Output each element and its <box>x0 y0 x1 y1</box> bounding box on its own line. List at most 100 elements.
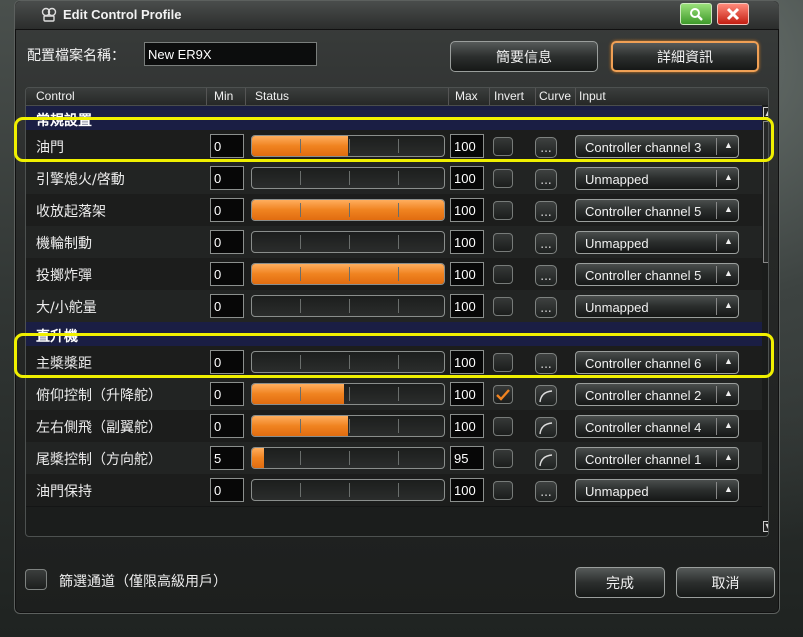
dropdown-arrow-icon: ▲ <box>724 172 733 182</box>
control-name: 油門 <box>36 140 64 156</box>
input-select[interactable]: Controller channel 1 ▲ <box>575 447 739 470</box>
table-row[interactable]: 引擎熄火/啓動 0 100... Unmapped ▲ <box>26 162 762 195</box>
filter-channels-label: 篩選通道（僅限高級用戶） <box>59 574 227 590</box>
max-input[interactable]: 100 <box>450 134 484 158</box>
status-fill <box>252 264 444 284</box>
profile-name-input[interactable] <box>144 42 317 66</box>
curve-button[interactable]: ... <box>535 297 557 318</box>
input-select[interactable]: Controller channel 5 ▲ <box>575 199 739 222</box>
table-row[interactable]: 油門 0 100... Controller channel 3 ▲ <box>26 130 762 163</box>
max-input[interactable]: 100 <box>450 230 484 254</box>
min-input[interactable]: 0 <box>210 294 244 318</box>
input-select-value: Controller channel 6 <box>585 356 702 371</box>
input-select[interactable]: Unmapped ▲ <box>575 231 739 254</box>
table-row[interactable]: 大/小舵量 0 100... Unmapped ▲ <box>26 290 762 323</box>
close-icon <box>726 7 740 21</box>
input-select-value: Unmapped <box>585 484 649 499</box>
min-input[interactable]: 0 <box>210 382 244 406</box>
max-input[interactable]: 95 <box>450 446 484 470</box>
curve-button[interactable] <box>535 417 557 438</box>
max-input[interactable]: 100 <box>450 198 484 222</box>
min-input[interactable]: 0 <box>210 478 244 502</box>
input-select[interactable]: Unmapped ▲ <box>575 167 739 190</box>
status-bar <box>251 167 445 189</box>
col-curve: Curve <box>539 89 572 103</box>
max-input[interactable]: 100 <box>450 382 484 406</box>
col-input: Input <box>579 89 606 103</box>
invert-checkbox[interactable] <box>493 385 513 404</box>
curve-button[interactable]: ... <box>535 265 557 286</box>
max-input[interactable]: 100 <box>450 478 484 502</box>
invert-checkbox[interactable] <box>493 137 513 156</box>
invert-checkbox[interactable] <box>493 417 513 436</box>
min-input[interactable]: 0 <box>210 350 244 374</box>
curve-button[interactable] <box>535 449 557 470</box>
input-select[interactable]: Controller channel 4 ▲ <box>575 415 739 438</box>
min-input[interactable]: 0 <box>210 262 244 286</box>
invert-checkbox[interactable] <box>493 481 513 500</box>
scrollbar[interactable]: ▲ ▼ <box>762 105 768 535</box>
curve-button[interactable]: ... <box>535 481 557 502</box>
input-select[interactable]: Controller channel 3 ▲ <box>575 135 739 158</box>
max-input[interactable]: 100 <box>450 350 484 374</box>
close-button[interactable] <box>717 3 749 25</box>
input-select[interactable]: Unmapped ▲ <box>575 295 739 318</box>
invert-checkbox[interactable] <box>493 233 513 252</box>
status-fill <box>252 384 345 404</box>
scroll-down-arrow-icon[interactable]: ▼ <box>763 521 768 532</box>
curve-button[interactable]: ... <box>535 169 557 190</box>
curve-ellipsis: ... <box>540 236 552 251</box>
input-select[interactable]: Controller channel 2 ▲ <box>575 383 739 406</box>
table-row[interactable]: 尾槳控制（方向舵） 5 95 Controller channel 1 ▲ <box>26 442 762 475</box>
edit-control-profile-dialog: Edit Control Profile 配置檔案名稱： 簡要信息 詳細資訊 C… <box>14 0 780 614</box>
curve-ellipsis: ... <box>540 172 552 187</box>
curve-button[interactable] <box>535 385 557 406</box>
max-input[interactable]: 100 <box>450 166 484 190</box>
input-select[interactable]: Controller channel 5 ▲ <box>575 263 739 286</box>
max-input[interactable]: 100 <box>450 262 484 286</box>
invert-checkbox[interactable] <box>493 353 513 372</box>
table-row[interactable]: 機輪制動 0 100... Unmapped ▲ <box>26 226 762 259</box>
title-bar[interactable]: Edit Control Profile <box>15 1 779 30</box>
min-input[interactable]: 0 <box>210 198 244 222</box>
min-input[interactable]: 0 <box>210 134 244 158</box>
scroll-up-arrow-icon[interactable]: ▲ <box>763 107 768 118</box>
input-select[interactable]: Controller channel 6 ▲ <box>575 351 739 374</box>
curve-icon <box>539 421 553 434</box>
ok-button[interactable]: 完成 <box>575 567 665 598</box>
min-input[interactable]: 0 <box>210 230 244 254</box>
col-min: Min <box>214 89 234 103</box>
scroll-thumb[interactable] <box>763 121 768 263</box>
min-input[interactable]: 0 <box>210 414 244 438</box>
table-row[interactable]: 收放起落架 0 100... Controller channel 5 ▲ <box>26 194 762 227</box>
invert-checkbox[interactable] <box>493 297 513 316</box>
table-row[interactable]: 主槳槳距 0 100... Controller channel 6 ▲ <box>26 346 762 379</box>
curve-button[interactable]: ... <box>535 137 557 158</box>
dropdown-arrow-icon: ▲ <box>724 204 733 214</box>
curve-button[interactable]: ... <box>535 353 557 374</box>
curve-button[interactable]: ... <box>535 233 557 254</box>
invert-checkbox[interactable] <box>493 201 513 220</box>
app-icon <box>41 7 57 22</box>
table-row[interactable]: 投擲炸彈 0 100... Controller channel 5 ▲ <box>26 258 762 291</box>
zoom-button[interactable] <box>680 3 712 25</box>
input-select[interactable]: Unmapped ▲ <box>575 479 739 502</box>
max-input[interactable]: 100 <box>450 294 484 318</box>
col-invert: Invert <box>494 89 525 103</box>
table-row[interactable]: 油門保持 0 100... Unmapped ▲ <box>26 474 762 507</box>
section-header: 常規設置 <box>26 106 762 130</box>
table-row[interactable]: 左右側飛（副翼舵） 0 100 Controller channel 4 ▲ <box>26 410 762 443</box>
max-input[interactable]: 100 <box>450 414 484 438</box>
table-row[interactable]: 俯仰控制（升降舵） 0 100 Controller channel 2 ▲ <box>26 378 762 411</box>
min-input[interactable]: 5 <box>210 446 244 470</box>
invert-checkbox[interactable] <box>493 169 513 188</box>
profile-name-label: 配置檔案名稱： <box>27 48 125 64</box>
summary-view-button[interactable]: 簡要信息 <box>450 41 598 72</box>
curve-button[interactable]: ... <box>535 201 557 222</box>
invert-checkbox[interactable] <box>493 449 513 468</box>
invert-checkbox[interactable] <box>493 265 513 284</box>
filter-channels-checkbox[interactable] <box>25 569 47 590</box>
cancel-button[interactable]: 取消 <box>676 567 775 598</box>
min-input[interactable]: 0 <box>210 166 244 190</box>
detail-view-button[interactable]: 詳細資訊 <box>611 41 759 72</box>
